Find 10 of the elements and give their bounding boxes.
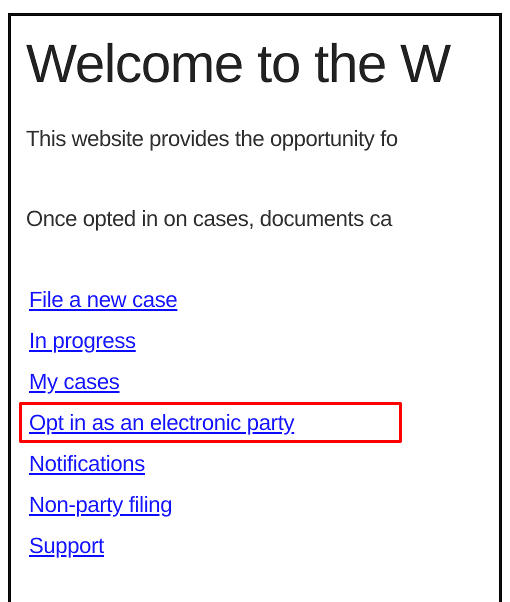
nav-link[interactable]: Non-party filing — [29, 492, 172, 518]
intro-paragraph: This website provides the opportunity fo — [26, 125, 398, 153]
nav-link[interactable]: My cases — [29, 368, 120, 394]
nav-link[interactable]: In progress — [29, 328, 136, 354]
page-heading: Welcome to the W — [26, 33, 450, 96]
nav-link[interactable]: Notifications — [29, 450, 145, 476]
nav-link[interactable]: Support — [29, 532, 104, 558]
intro-paragraph: Once opted in on cases, documents ca — [26, 205, 392, 233]
nav-link[interactable]: Opt in as an electronic party — [29, 410, 294, 436]
nav-link[interactable]: File a new case — [29, 286, 178, 312]
